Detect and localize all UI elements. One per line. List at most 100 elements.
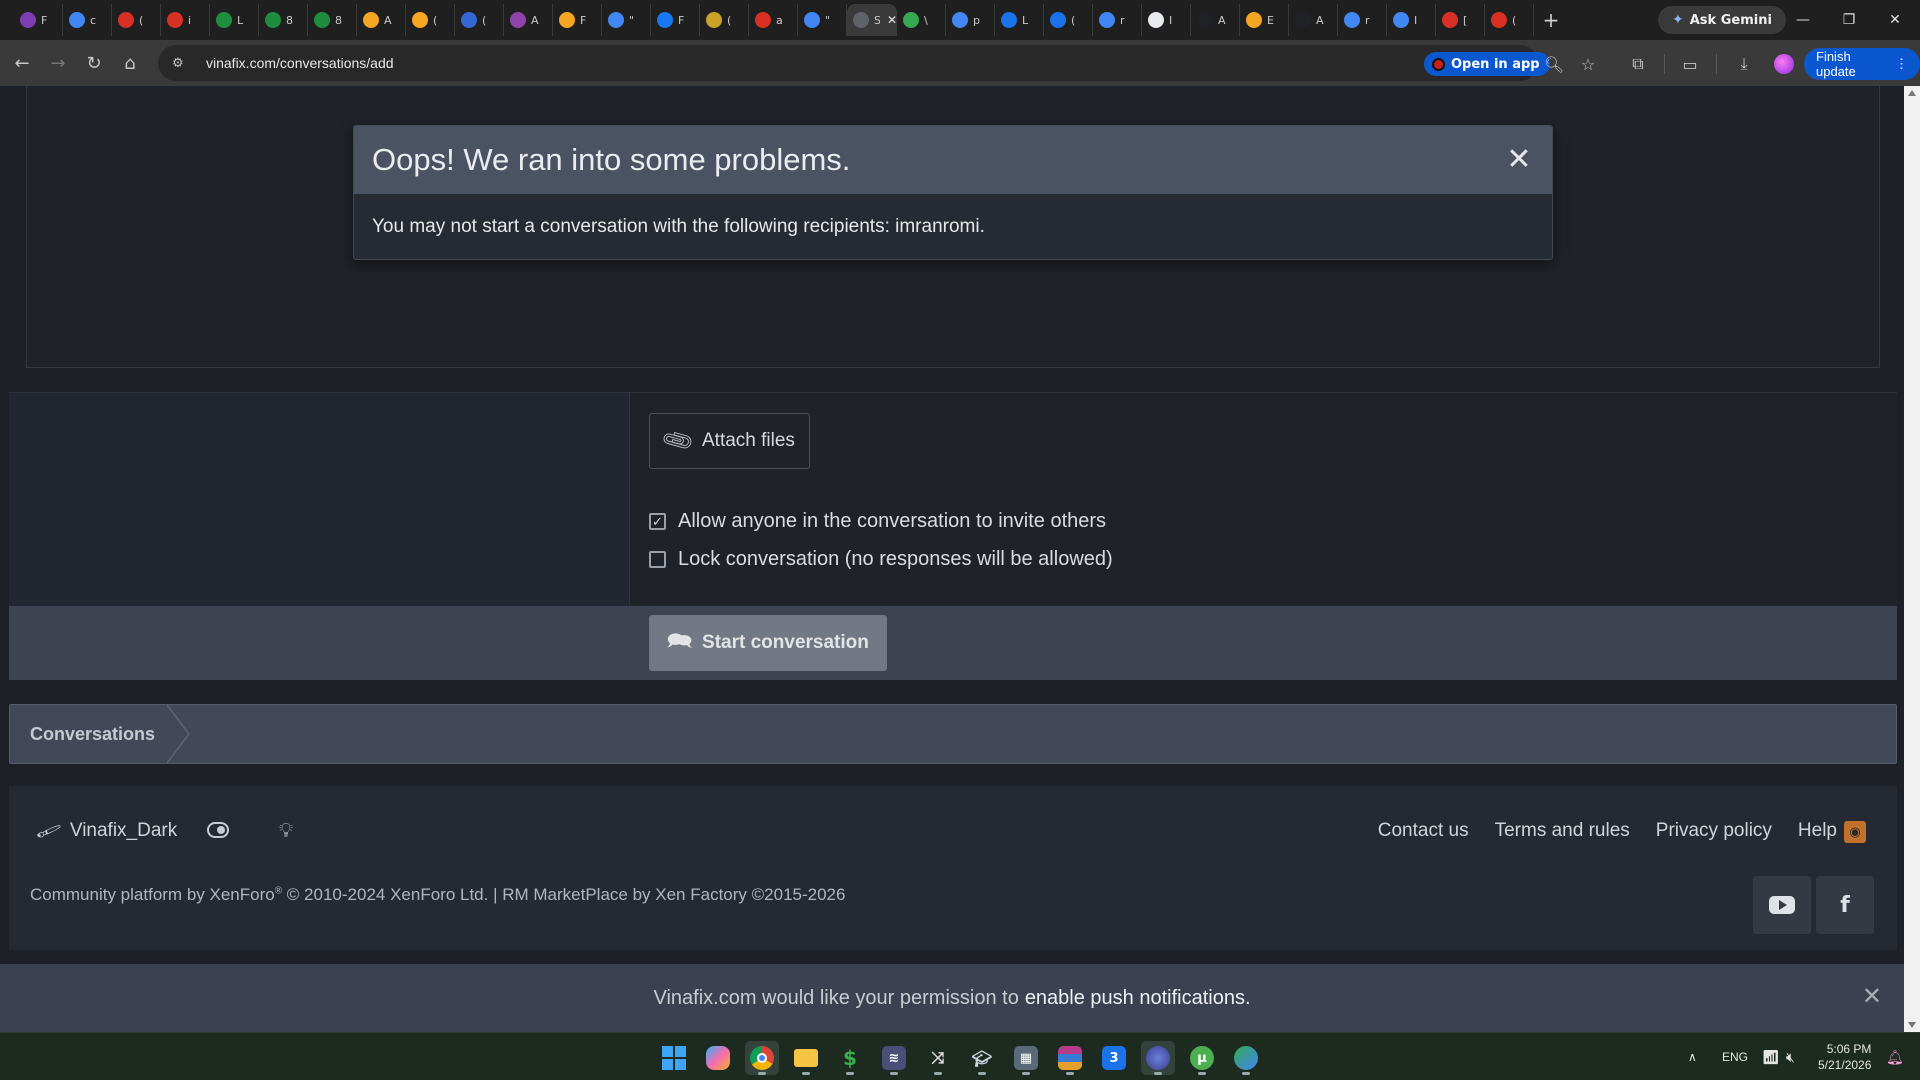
style-name[interactable]: Vinafix_Dark [70, 820, 177, 842]
chrome-app[interactable] [745, 1041, 779, 1075]
browser-tab[interactable]: i [161, 4, 210, 36]
browser-tab[interactable]: ( [406, 4, 455, 36]
browser-tab[interactable]: a [749, 4, 798, 36]
theme-toggle-icon[interactable] [207, 822, 229, 838]
browser-tab[interactable]: ( [700, 4, 749, 36]
browser-tab[interactable]: " [602, 4, 651, 36]
footer-link-help[interactable]: Help [1798, 820, 1837, 842]
ask-gemini-button[interactable]: ✦ Ask Gemini [1658, 6, 1786, 34]
browser-tab[interactable]: ( [455, 4, 504, 36]
lock-conversation-option[interactable]: Lock conversation (no responses will be … [649, 548, 1113, 571]
calculator-app[interactable]: ▦ [1009, 1041, 1043, 1075]
browser-tab[interactable]: r [1338, 4, 1387, 36]
torrent-app[interactable]: µ [1185, 1041, 1219, 1075]
address-bar[interactable]: ⚙ vinafix.com/conversations/add [158, 45, 1538, 81]
browser-tab[interactable]: I [1142, 4, 1191, 36]
lock-conversation-checkbox[interactable] [649, 551, 666, 568]
download-icon[interactable]: ⤓ [1730, 50, 1758, 78]
profile-avatar[interactable] [1774, 54, 1794, 74]
minimize-window-button[interactable]: — [1780, 0, 1826, 40]
start-conversation-button[interactable]: 🗪 Start conversation [649, 615, 887, 671]
browser-tab[interactable]: S ✕ [847, 4, 897, 36]
browser-tab[interactable]: 8 [308, 4, 357, 36]
reload-icon[interactable]: ↻ [76, 45, 112, 81]
page-scrollbar[interactable] [1904, 86, 1920, 1032]
home-icon[interactable]: ⌂ [112, 45, 148, 81]
copilot-app[interactable] [701, 1041, 735, 1075]
restore-window-button[interactable]: ❐ [1826, 0, 1872, 40]
browser-tab[interactable]: 8 [259, 4, 308, 36]
browser-tab[interactable]: ( [1044, 4, 1093, 36]
lock-conversation-label[interactable]: Lock conversation (no responses will be … [678, 548, 1113, 571]
footer-link-terms[interactable]: Terms and rules [1495, 820, 1630, 842]
finish-update-button[interactable]: Finish update ⋮ [1804, 48, 1920, 80]
editor-app[interactable]: ≋ [877, 1041, 911, 1075]
invite-others-checkbox[interactable]: ✓ [649, 513, 666, 530]
start-button[interactable] [657, 1041, 691, 1075]
breadcrumb-item-conversations[interactable]: Conversations [10, 705, 188, 763]
style-chooser[interactable]: 🖌︎ Vinafix_Dark [34, 817, 177, 844]
footer-link-contact[interactable]: Contact us [1378, 820, 1469, 842]
side-panel-icon[interactable]: ▭ [1676, 50, 1704, 78]
browser-tab[interactable]: \ [897, 4, 946, 36]
copyright-suffix: © 2010-2024 XenForo Ltd. | RM MarketPlac… [282, 885, 846, 904]
browser-tab[interactable]: r [1093, 4, 1142, 36]
active-app[interactable] [1141, 1041, 1175, 1075]
browser-tab[interactable]: A [1289, 4, 1338, 36]
wifi-icon[interactable]: 📶︎ [1762, 1033, 1780, 1080]
back-icon[interactable]: ← [4, 45, 40, 81]
url-text[interactable]: vinafix.com/conversations/add [206, 55, 394, 71]
youtube-button[interactable] [1753, 876, 1811, 934]
scroll-down-icon[interactable] [1908, 1022, 1916, 1028]
close-window-button[interactable]: ✕ [1872, 0, 1918, 40]
browser-tab[interactable]: [ [1436, 4, 1485, 36]
close-icon[interactable]: ✕ [1862, 982, 1882, 1011]
browser-tab[interactable]: F [553, 4, 602, 36]
open-in-app-button[interactable]: Open in app [1424, 52, 1550, 76]
copyright-prefix[interactable]: Community platform by XenForo [30, 885, 275, 904]
browser-tab[interactable]: F [651, 4, 700, 36]
browser-tab[interactable]: L [995, 4, 1044, 36]
close-icon[interactable]: ✕ [1504, 145, 1534, 175]
attach-files-button[interactable]: 📎︎ Attach files [649, 413, 810, 469]
browser-tab[interactable]: E [1240, 4, 1289, 36]
browser-tab[interactable]: A [504, 4, 553, 36]
archive-app[interactable] [1053, 1041, 1087, 1075]
browser-tab[interactable]: c [63, 4, 112, 36]
connect-app[interactable]: ⤨ [921, 1041, 955, 1075]
drive-app[interactable] [1229, 1041, 1263, 1075]
file-explorer-app[interactable] [789, 1041, 823, 1075]
browser-tab[interactable]: A [1191, 4, 1240, 36]
invite-others-option[interactable]: ✓ Allow anyone in the conversation to in… [649, 510, 1106, 533]
footer-link-privacy[interactable]: Privacy policy [1656, 820, 1772, 842]
enable-push-link[interactable]: enable push notifications. [1025, 987, 1251, 1010]
scroll-up-icon[interactable] [1908, 90, 1916, 96]
browser-tab[interactable]: " [798, 4, 847, 36]
browser-tab[interactable]: L [210, 4, 259, 36]
learning-app[interactable]: 🎓︎ [965, 1041, 999, 1075]
system-clock[interactable]: 5:06 PM 5/21/2026 [1818, 1041, 1871, 1073]
notification-bell-icon[interactable]: 🔔︎ [1886, 1033, 1904, 1080]
new-tab-button[interactable]: + [1534, 8, 1568, 32]
tray-overflow-icon[interactable]: ∧ [1688, 1033, 1697, 1080]
money-app[interactable]: $ [833, 1041, 867, 1075]
zoom-icon[interactable]: 🔍︎ [1540, 50, 1568, 78]
bookmark-star-icon[interactable]: ☆ [1574, 50, 1602, 78]
lightbulb-icon[interactable]: 💡︎ [279, 818, 293, 842]
facebook-button[interactable]: f [1816, 876, 1874, 934]
language-indicator[interactable]: ENG [1722, 1033, 1748, 1080]
tab-close-icon[interactable]: ✕ [887, 13, 897, 27]
volume-muted-icon[interactable]: 🔇︎ [1786, 1033, 1795, 1080]
rss-icon[interactable]: ◉ [1844, 821, 1866, 843]
browser-tab[interactable]: F [14, 4, 63, 36]
browser-tab[interactable]: ( [1485, 4, 1534, 36]
browser-tab[interactable]: ( [112, 4, 161, 36]
forward-icon[interactable]: → [40, 45, 76, 81]
invite-others-label[interactable]: Allow anyone in the conversation to invi… [678, 510, 1106, 533]
site-info-icon[interactable]: ⚙ [172, 56, 194, 71]
extensions-icon[interactable]: ⧉ [1624, 50, 1652, 78]
browser-tab[interactable]: I [1387, 4, 1436, 36]
browser-tab[interactable]: p [946, 4, 995, 36]
three-app[interactable]: 3 [1097, 1041, 1131, 1075]
browser-tab[interactable]: A [357, 4, 406, 36]
